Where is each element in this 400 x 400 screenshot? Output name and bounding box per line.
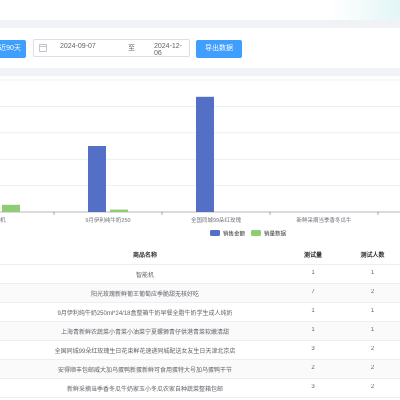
header-test-people: 测试人数 [360,253,385,259]
table-row[interactable]: 阳光玫瑰新鲜葡王葡萄应季脆甜无核好吃 7 2 [0,284,400,303]
table-row[interactable]: 安得顺丰包邮威大加乌蛋鸭新蛋新鲜可食用蛋特大号加乌蛋鸭干节 2 2 [0,360,400,379]
legend-swatch [251,230,261,236]
header-test-quantity: 测试量 [303,253,322,259]
top-bar [0,0,400,20]
product-name-cell: 智能机 [135,273,154,279]
product-name-cell: 全国同城99朵红玫瑰生日花束鲜花速递同城配送女友生日天津北京店 [54,349,236,355]
test-quantity-cell: 3 [311,384,315,390]
test-quantity-cell: 7 [311,289,315,295]
last-90-days-button[interactable]: 近90天 [0,40,26,58]
bar-amount [196,96,214,212]
legend-label: 销量数据 [264,230,287,238]
test-quantity-cell: 2 [311,365,315,371]
bar-qty [110,209,128,212]
table-header: 商品名称 测试量 测试人数 [0,244,400,265]
calendar-icon [39,44,47,52]
top-bar-accent [330,0,400,20]
table-row[interactable]: 上海青新鲜农蔬菜小青菜小油菜宁夏螺狮青仔供港青菜软嫩清甜 1 1 [0,322,400,341]
legend-swatch [210,230,220,236]
test-people-cell: 2 [370,346,375,352]
test-quantity-cell: 1 [311,270,315,276]
date-end[interactable]: 2024-12-06 [154,43,189,57]
product-name-cell: 9月伊利纯牛奶250ml*24/18盒整箱牛奶早餐全脂牛奶学生成人纯奶 [57,311,233,317]
test-quantity-cell: 3 [311,346,315,352]
sales-chart: 机 9月伊利纯牛奶250 全国同城99朵红玫瑰 新鲜采摘当季香冬瓜牛销售金额 销量数据 [0,76,400,244]
test-people-cell: 2 [370,289,375,295]
product-name-cell: 安得顺丰包邮威大加乌蛋鸭新蛋新鲜可食用蛋特大号加乌蛋鸭干节 [57,368,232,374]
table-row[interactable]: 智能机 1 1 [0,265,400,284]
x-tick-label: 9月伊利纯牛奶250 [85,216,130,224]
bar-amount [88,146,106,212]
date-start[interactable]: 2024-09-07 [60,43,96,50]
date-separator: 至 [128,45,135,52]
test-quantity-cell: 1 [311,327,315,333]
table-row[interactable]: 新鲜采摘当季香冬瓜牛奶家玉小冬瓜农家自种蔬菜整箱包邮 3 2 [0,379,400,398]
test-people-cell: 2 [370,365,375,371]
x-tick-label: 机 [0,216,6,224]
test-people-cell: 1 [370,308,375,314]
x-tick-label: 全国同城99朵红玫瑰 [191,216,242,224]
bar-chart: 机 9月伊利纯牛奶250 全国同城99朵红玫瑰 新鲜采摘当季香冬瓜牛销售金额 销量数据 [0,79,400,238]
product-name-cell: 上海青新鲜农蔬菜小青菜小油菜宁夏螺狮青仔供港青菜软嫩清甜 [60,330,229,336]
test-people-cell: 1 [370,327,375,333]
bar-qty [2,204,20,212]
test-people-cell: 2 [370,384,375,390]
export-data-button[interactable]: 导出数据 [196,40,242,58]
product-table: 商品名称 测试量 测试人数 智能机 1 1 阳光玫瑰新鲜葡王葡萄应季脆甜无核好吃 7 2 9… [0,244,400,400]
x-tick-label: 新鲜采摘当季香冬瓜牛 [296,216,352,224]
test-quantity-cell: 1 [311,308,315,314]
header-product-name: 商品名称 [132,253,157,259]
product-name-cell: 新鲜采摘当季香冬瓜牛奶家玉小冬瓜农家自种蔬菜整箱包邮 [66,387,223,393]
test-people-cell: 1 [370,270,375,276]
date-range-picker[interactable]: 2024-09-07 至 2024-12-06 [33,39,190,57]
legend-label: 销售金额 [223,230,246,238]
product-name-cell: 阳光玫瑰新鲜葡王葡萄应季脆甜无核好吃 [90,292,199,298]
table-row[interactable]: 全国同城99朵红玫瑰生日花束鲜花速递同城配送女友生日天津北京店 3 2 [0,341,400,360]
table-row[interactable]: 9月伊利纯牛奶250ml*24/18盒整箱牛奶早餐全脂牛奶学生成人纯奶 1 1 [0,303,400,322]
filter-bar: 近90天 2024-09-07 至 2024-12-06 导出数据 [0,28,400,68]
